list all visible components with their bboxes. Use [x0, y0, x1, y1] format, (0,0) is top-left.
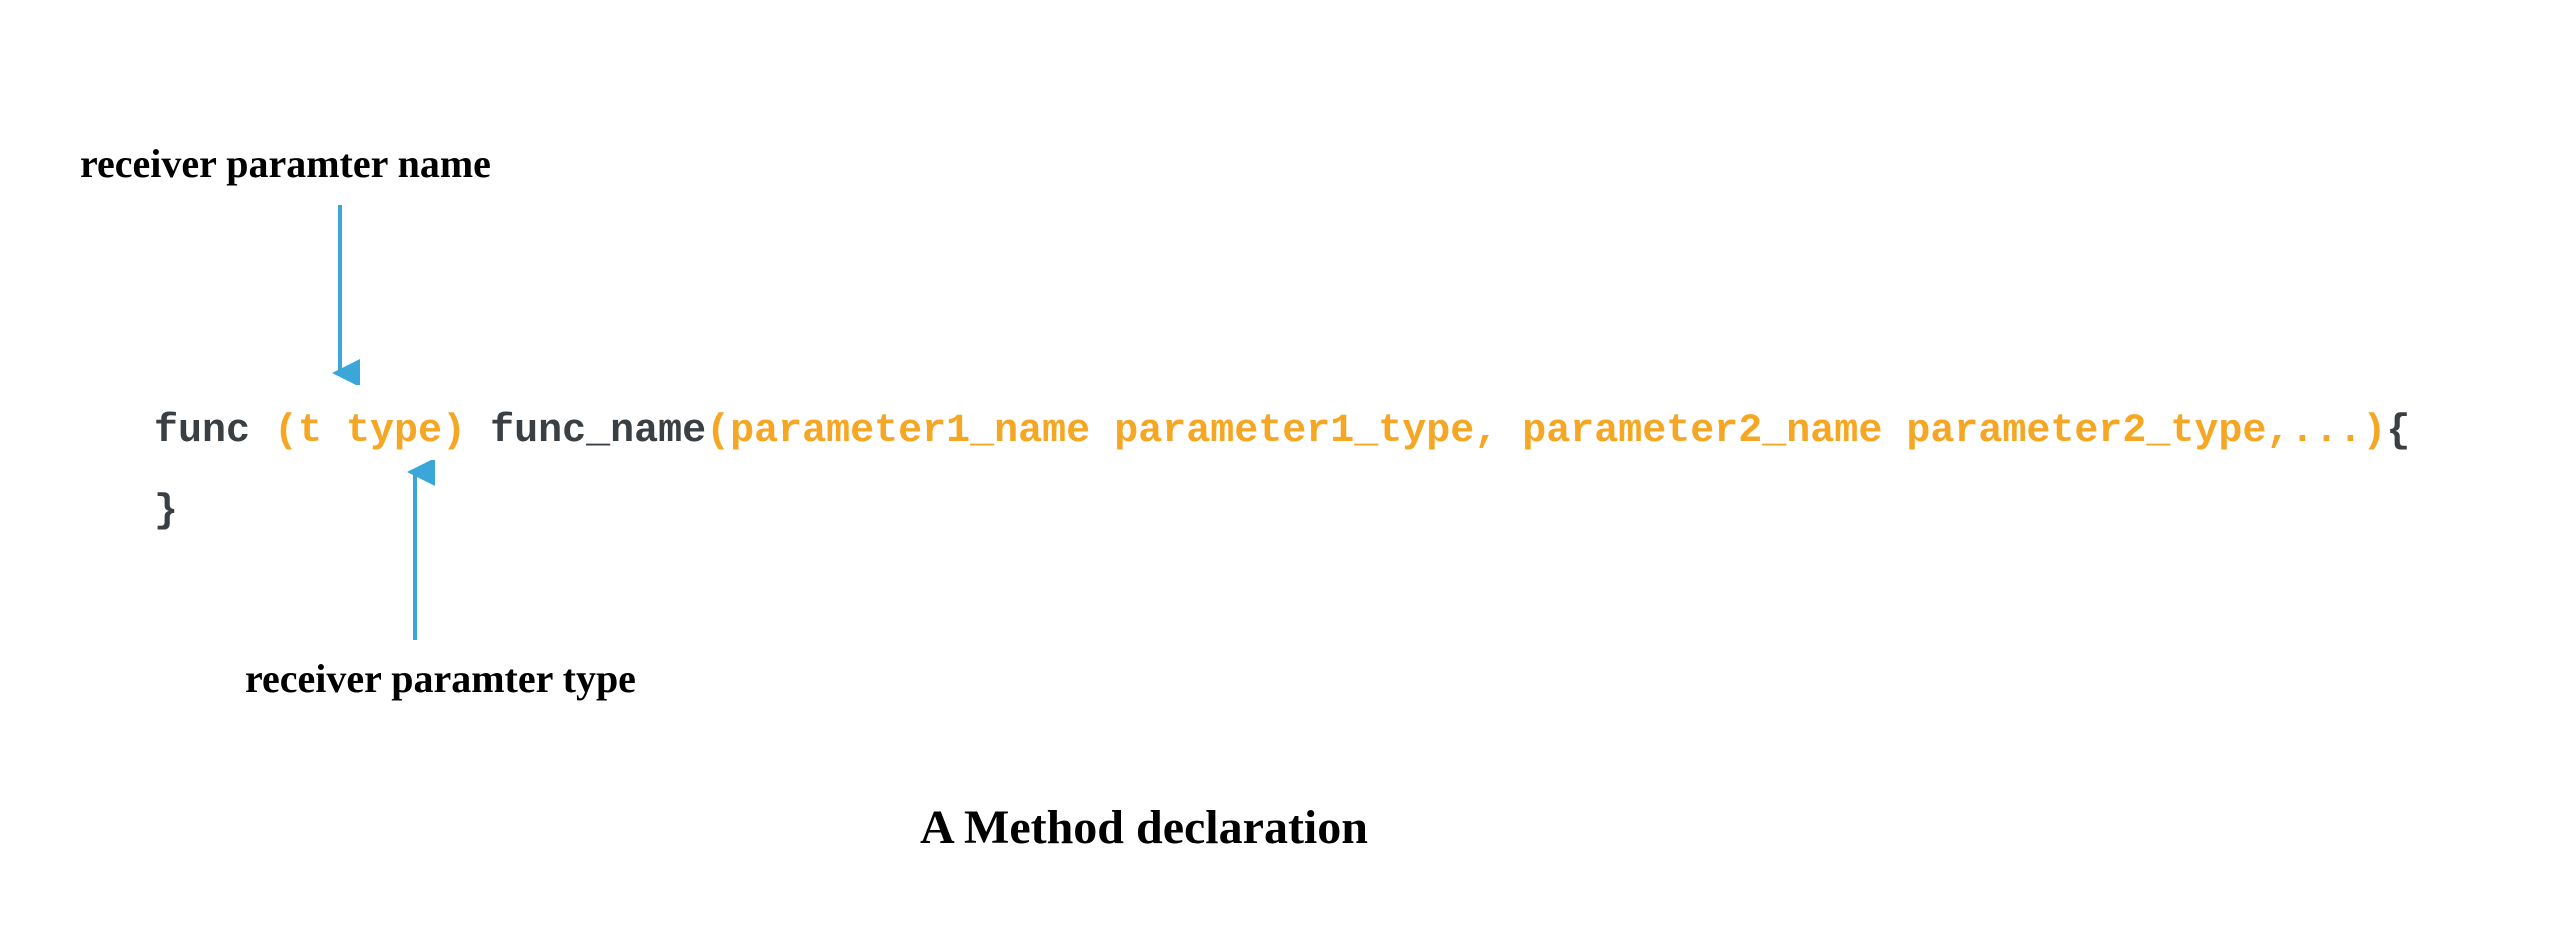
code-space: [466, 409, 490, 454]
code-params: (parameter1_name parameter1_type, parame…: [706, 409, 2386, 454]
arrow-down-icon: [320, 205, 360, 385]
label-receiver-type: receiver paramter type: [245, 655, 636, 702]
code-func-name: func_name: [490, 409, 706, 454]
code-brace-close: }: [154, 489, 178, 534]
code-receiver: (t type): [274, 409, 466, 454]
diagram-caption: A Method declaration: [920, 800, 1368, 855]
code-brace-open: {: [2386, 409, 2410, 454]
arrow-up-icon: [395, 460, 435, 640]
code-line-2: }: [154, 480, 178, 544]
code-keyword-func: func: [154, 409, 274, 454]
diagram-canvas: receiver paramter name func (t type) fun…: [0, 0, 2560, 925]
label-receiver-name: receiver paramter name: [80, 140, 491, 187]
code-line-1: func (t type) func_name(parameter1_name …: [154, 400, 2410, 464]
